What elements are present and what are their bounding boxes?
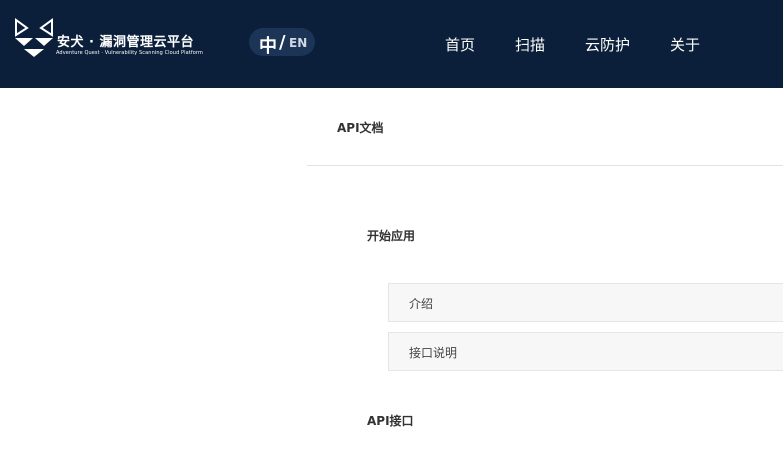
lang-zh-option[interactable]: 中	[259, 32, 277, 58]
doc-item-label: 介绍	[409, 297, 434, 311]
nav-scan[interactable]: 扫描	[515, 34, 545, 55]
fox-logo-icon[interactable]	[14, 17, 54, 59]
doc-item-label: 接口说明	[409, 346, 458, 360]
nav-cloud-protection[interactable]: 云防护	[585, 34, 630, 55]
doc-item-introduction[interactable]: 介绍	[388, 283, 783, 322]
lang-separator: /	[279, 32, 286, 53]
section-heading-api: API接口	[367, 414, 414, 428]
section-heading-getting-started: 开始应用	[367, 229, 416, 243]
nav-home[interactable]: 首页	[445, 34, 475, 55]
language-switch[interactable]: 中 / EN	[249, 28, 315, 58]
brand-subtitle: Adventure Quest · Vulnerability Scanning…	[56, 50, 203, 56]
divider	[307, 165, 783, 166]
lang-en-option[interactable]: EN	[289, 36, 307, 50]
page-title: API文档	[337, 121, 384, 135]
nav-about[interactable]: 关于	[670, 34, 700, 55]
brand-title: 安犬 · 漏洞管理云平台	[57, 35, 194, 50]
doc-item-interface-description[interactable]: 接口说明	[388, 332, 783, 371]
top-navbar: 安犬 · 漏洞管理云平台 Adventure Quest · Vulnerabi…	[0, 0, 783, 88]
